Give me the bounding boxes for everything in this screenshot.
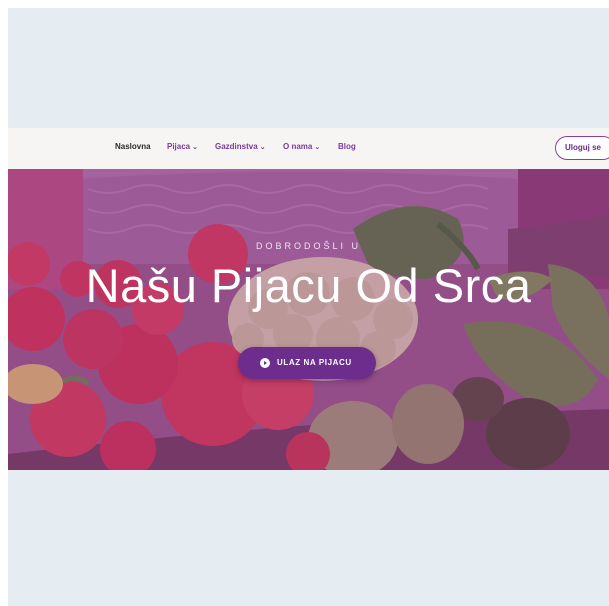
hero-banner: DOBRODOŠLI U Našu Pijacu Od Srca ULAZ NA…	[8, 169, 609, 470]
nav-item-label: Pijaca	[167, 142, 191, 151]
enter-market-label: ULAZ NA PIJACU	[277, 358, 352, 367]
chevron-down-icon: ⌄	[259, 144, 266, 151]
nav-item-naslovna[interactable]: Naslovna	[115, 142, 151, 151]
nav-item-blog[interactable]: Blog	[338, 142, 356, 151]
enter-market-button[interactable]: ULAZ NA PIJACU	[238, 347, 376, 379]
nav-item-pijaca[interactable]: Pijaca ⌄	[167, 142, 198, 151]
login-button[interactable]: Uloguj se	[555, 136, 609, 160]
nav-item-label: Blog	[338, 142, 356, 151]
chevron-down-icon: ⌄	[192, 144, 199, 151]
nav-item-label: Gazdinstva	[215, 142, 258, 151]
hero-kicker: DOBRODOŠLI U	[255, 241, 361, 251]
hero-headline: Našu Pijacu Od Srca	[85, 259, 532, 312]
nav-item-label: Naslovna	[115, 142, 151, 151]
chevron-down-icon: ⌄	[314, 144, 321, 151]
nav-item-o-nama[interactable]: O nama ⌄	[283, 142, 320, 151]
nav-item-label: O nama	[283, 142, 313, 151]
arrow-right-circle-icon	[260, 358, 270, 368]
hero-color-overlay	[8, 169, 609, 470]
login-button-label: Uloguj se	[565, 143, 602, 152]
nav-item-gazdinstva[interactable]: Gazdinstva ⌄	[215, 142, 266, 151]
